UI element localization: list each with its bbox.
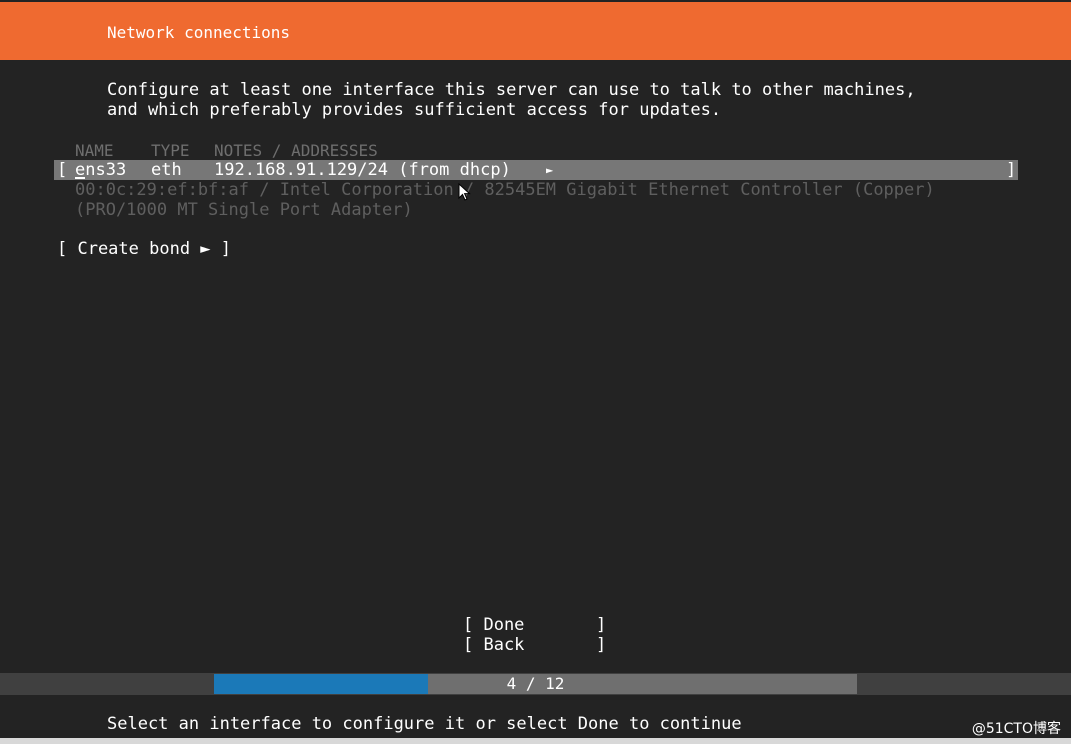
interface-row-close-bracket: ]	[1006, 160, 1017, 180]
installer-screen: Network connections Configure at least o…	[0, 0, 1071, 744]
description-text: Configure at least one interface this se…	[107, 80, 1007, 120]
interface-detail-line-2: (PRO/1000 MT Single Port Adapter)	[75, 200, 413, 220]
progress-label: 4 / 12	[506, 674, 565, 693]
interface-menu-arrow-icon[interactable]: ►	[546, 160, 553, 180]
progress-bar: 4 / 12	[214, 674, 857, 694]
text-caret	[75, 177, 85, 179]
interface-detail-line-1: 00:0c:29:ef:bf:af / Intel Corporation / …	[75, 180, 935, 200]
column-header-notes: NOTES / ADDRESSES	[214, 141, 378, 160]
column-header-name: NAME	[75, 141, 114, 160]
back-button[interactable]: [ Back ]	[463, 635, 606, 655]
done-button[interactable]: [ Done ]	[463, 615, 606, 635]
description-line-1: Configure at least one interface this se…	[107, 80, 916, 100]
footer-hint: Select an interface to configure it or s…	[107, 714, 742, 734]
page-title: Network connections	[107, 23, 291, 42]
bottom-edge	[0, 738, 1071, 744]
header-bar: Network connections	[0, 2, 1071, 60]
interface-row-open-bracket: [	[57, 160, 68, 180]
interface-address: 192.168.91.129/24 (from dhcp)	[214, 160, 511, 180]
column-header-type: TYPE	[151, 141, 190, 160]
description-line-2: and which preferably provides sufficient…	[107, 100, 722, 120]
mouse-pointer-icon	[458, 183, 471, 201]
interface-row-ens33[interactable]	[54, 160, 1018, 180]
watermark: @51CTO博客	[971, 721, 1061, 737]
create-bond-button[interactable]: [ Create bond ► ]	[57, 239, 231, 259]
interface-type: eth	[151, 160, 182, 180]
